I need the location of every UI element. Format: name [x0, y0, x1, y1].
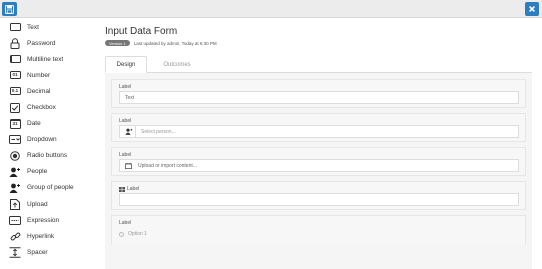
sidebar-item-label: Checkbox	[27, 104, 56, 112]
person-icon	[122, 126, 135, 137]
save-icon	[5, 4, 14, 14]
sidebar-item-decimal[interactable]: 0.1 Decimal	[0, 83, 96, 99]
sidebar-item-label: Decimal	[27, 87, 51, 95]
expression-icon	[8, 215, 22, 226]
field-label: Label	[127, 186, 140, 192]
form-field-radio[interactable]: Label Option 1	[111, 215, 526, 245]
link-icon	[8, 231, 22, 242]
save-button[interactable]	[2, 2, 17, 16]
person-picker-placeholder: Select person...	[141, 128, 176, 135]
text-input[interactable]: Text	[119, 91, 519, 104]
field-label-with-icon: Label	[119, 185, 519, 193]
decimal-box-icon: 0.1	[8, 86, 22, 97]
sidebar-item-label: Multiline text	[27, 55, 64, 63]
close-icon	[529, 6, 535, 12]
sidebar-item-group-of-people[interactable]: Group of people	[0, 180, 96, 196]
calendar-icon: 31	[8, 118, 22, 129]
text-box-icon	[8, 22, 22, 33]
form-field-text[interactable]: Label Text	[111, 79, 526, 108]
sidebar-item-label: Expression	[27, 216, 60, 224]
sidebar-item-label: Dropdown	[27, 136, 57, 144]
form-field-upload[interactable]: Label Upload or import content...	[111, 147, 526, 176]
person-icon	[8, 166, 22, 177]
upload-icon	[122, 160, 135, 171]
spacer-icon	[8, 247, 22, 258]
group-icon	[8, 182, 22, 193]
field-label: Label	[119, 152, 132, 158]
version-badge: Version 1	[105, 40, 130, 46]
upload-input[interactable]: Upload or import content...	[119, 159, 519, 172]
radio-option[interactable]: Option 1	[119, 229, 519, 239]
checkbox-icon	[8, 102, 22, 113]
tab-bar: Design Outcomes	[105, 56, 532, 73]
form-field-people[interactable]: Label Select person...	[111, 113, 526, 142]
sidebar-item-multiline-text[interactable]: Multiline text	[0, 51, 96, 67]
sidebar-item-date[interactable]: 31 Date	[0, 116, 96, 132]
sidebar-item-radio-buttons[interactable]: Radio buttons	[0, 148, 96, 164]
sidebar-item-number[interactable]: 01 Number	[0, 67, 96, 83]
tab-outcomes[interactable]: Outcomes	[153, 56, 201, 73]
sidebar-item-label: Upload	[27, 200, 48, 208]
sidebar-item-password[interactable]: Password	[0, 35, 96, 51]
last-updated-text: Last updated by admin, Today at 6:30 PM	[133, 40, 217, 46]
radio-circle-icon	[119, 231, 124, 237]
sidebar-item-label: Date	[27, 120, 41, 128]
sidebar-item-label: Spacer	[27, 248, 48, 256]
field-label: Label	[119, 84, 132, 90]
table-icon	[119, 186, 125, 192]
field-label: Label	[119, 118, 132, 124]
radio-option-label: Option 1	[128, 231, 147, 237]
radio-icon	[8, 150, 22, 161]
sidebar-item-label: Group of people	[27, 184, 74, 192]
sidebar-item-label: Password	[27, 39, 56, 47]
sidebar-item-label: People	[27, 168, 48, 176]
sidebar-item-text[interactable]: Text	[0, 19, 96, 35]
dropdown-icon	[8, 134, 22, 145]
sidebar-item-label: Number	[27, 71, 51, 79]
text-input[interactable]	[119, 193, 519, 206]
sidebar-item-label: Hyperlink	[27, 232, 55, 240]
sidebar-item-hyperlink[interactable]: Hyperlink	[0, 228, 96, 244]
tab-design[interactable]: Design	[105, 56, 147, 73]
sidebar-item-label: Radio buttons	[27, 152, 68, 160]
sidebar-item-expression[interactable]: Expression	[0, 212, 96, 228]
top-toolbar	[0, 0, 542, 18]
number-box-icon: 01	[8, 70, 22, 81]
upload-placeholder: Upload or import content...	[138, 162, 197, 169]
sidebar-item-spacer[interactable]: Spacer	[0, 244, 96, 260]
page-title: Input Data Form	[105, 26, 178, 37]
close-button[interactable]	[525, 2, 539, 16]
form-meta: Version 1 Last updated by admin, Today a…	[105, 40, 217, 46]
lock-icon	[8, 37, 22, 49]
form-canvas: Label Text Label Select person... Label …	[105, 73, 532, 269]
input-divider	[135, 126, 136, 137]
field-palette-sidebar: Text Password Multiline text 01 Number 0…	[0, 19, 96, 269]
form-editor: Input Data Form Version 1 Last updated b…	[100, 19, 532, 269]
person-picker-input[interactable]: Select person...	[119, 125, 519, 138]
sidebar-item-dropdown[interactable]: Dropdown	[0, 132, 96, 148]
sidebar-item-checkbox[interactable]: Checkbox	[0, 99, 96, 115]
sidebar-item-people[interactable]: People	[0, 164, 96, 180]
sidebar-item-upload[interactable]: Upload	[0, 196, 96, 212]
field-label: Label	[119, 220, 132, 226]
sidebar-item-label: Text	[27, 23, 39, 31]
multiline-box-icon	[8, 54, 22, 65]
upload-icon	[8, 198, 22, 210]
form-field-table[interactable]: Label	[111, 181, 526, 210]
